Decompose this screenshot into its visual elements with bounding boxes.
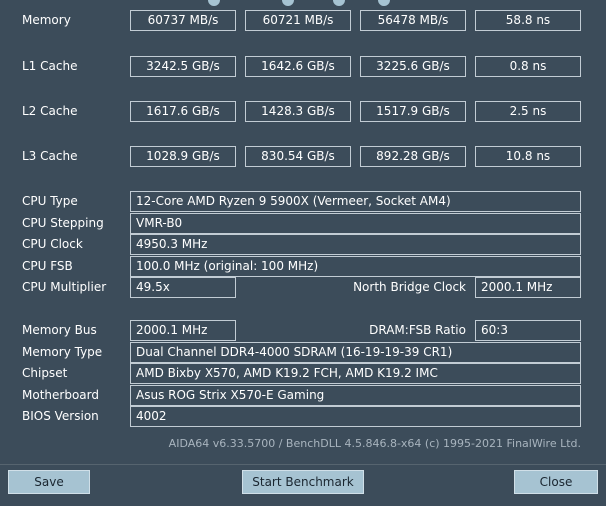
memory-bus-value: 2000.1 MHz — [130, 320, 236, 341]
cpu-multiplier-label: CPU Multiplier — [22, 280, 107, 294]
read-value: 3242.5 GB/s — [130, 56, 236, 77]
column-indicator-dot — [378, 0, 390, 6]
column-indicator-dot — [333, 0, 345, 6]
cpu-type-label: CPU Type — [22, 194, 78, 208]
north-bridge-clock-value: 2000.1 MHz — [475, 277, 581, 298]
copy-value: 56478 MB/s — [360, 10, 466, 31]
bios-version-value: 4002 — [130, 406, 581, 427]
row-label: L1 Cache — [22, 59, 78, 73]
chipset-value: AMD Bixby X570, AMD K19.2 FCH, AMD K19.2… — [130, 363, 581, 384]
cpu-type-value: 12-Core AMD Ryzen 9 5900X (Vermeer, Sock… — [130, 191, 581, 212]
row-label: L3 Cache — [22, 149, 78, 163]
cpu-fsb-label: CPU FSB — [22, 259, 73, 273]
dram-fsb-ratio-label: DRAM:FSB Ratio — [369, 323, 466, 337]
memory-bus-label: Memory Bus — [22, 323, 97, 337]
latency-value: 0.8 ns — [475, 56, 581, 77]
cpu-fsb-value: 100.0 MHz (original: 100 MHz) — [130, 256, 581, 277]
column-indicator-dot — [208, 0, 220, 6]
cpu-stepping-value: VMR-B0 — [130, 213, 581, 234]
divider — [0, 464, 606, 465]
save-button[interactable]: Save — [8, 470, 90, 494]
motherboard-value: Asus ROG Strix X570-E Gaming — [130, 385, 581, 406]
write-value: 1428.3 GB/s — [245, 101, 351, 122]
bios-version-label: BIOS Version — [22, 409, 99, 423]
start-benchmark-button[interactable]: Start Benchmark — [242, 470, 364, 494]
copyright-footer: AIDA64 v6.33.5700 / BenchDLL 4.5.846.8-x… — [168, 437, 581, 450]
write-value: 830.54 GB/s — [245, 146, 351, 167]
dram-fsb-ratio-value: 60:3 — [475, 320, 581, 341]
read-value: 1617.6 GB/s — [130, 101, 236, 122]
cpu-multiplier-value: 49.5x — [130, 277, 236, 298]
row-label: L2 Cache — [22, 104, 78, 118]
write-value: 1642.6 GB/s — [245, 56, 351, 77]
read-value: 60737 MB/s — [130, 10, 236, 31]
copy-value: 1517.9 GB/s — [360, 101, 466, 122]
north-bridge-clock-label: North Bridge Clock — [353, 280, 466, 294]
copy-value: 3225.6 GB/s — [360, 56, 466, 77]
chipset-label: Chipset — [22, 366, 68, 380]
latency-value: 2.5 ns — [475, 101, 581, 122]
memory-type-label: Memory Type — [22, 345, 103, 359]
write-value: 60721 MB/s — [245, 10, 351, 31]
copy-value: 892.28 GB/s — [360, 146, 466, 167]
memory-type-value: Dual Channel DDR4-4000 SDRAM (16-19-19-3… — [130, 342, 581, 363]
cpu-clock-value: 4950.3 MHz — [130, 234, 581, 255]
latency-value: 10.8 ns — [475, 146, 581, 167]
row-label: Memory — [22, 13, 71, 27]
column-indicator-dot — [282, 0, 294, 6]
cpu-clock-label: CPU Clock — [22, 237, 83, 251]
motherboard-label: Motherboard — [22, 388, 99, 402]
latency-value: 58.8 ns — [475, 10, 581, 31]
read-value: 1028.9 GB/s — [130, 146, 236, 167]
close-button[interactable]: Close — [514, 470, 598, 494]
cpu-stepping-label: CPU Stepping — [22, 216, 104, 230]
